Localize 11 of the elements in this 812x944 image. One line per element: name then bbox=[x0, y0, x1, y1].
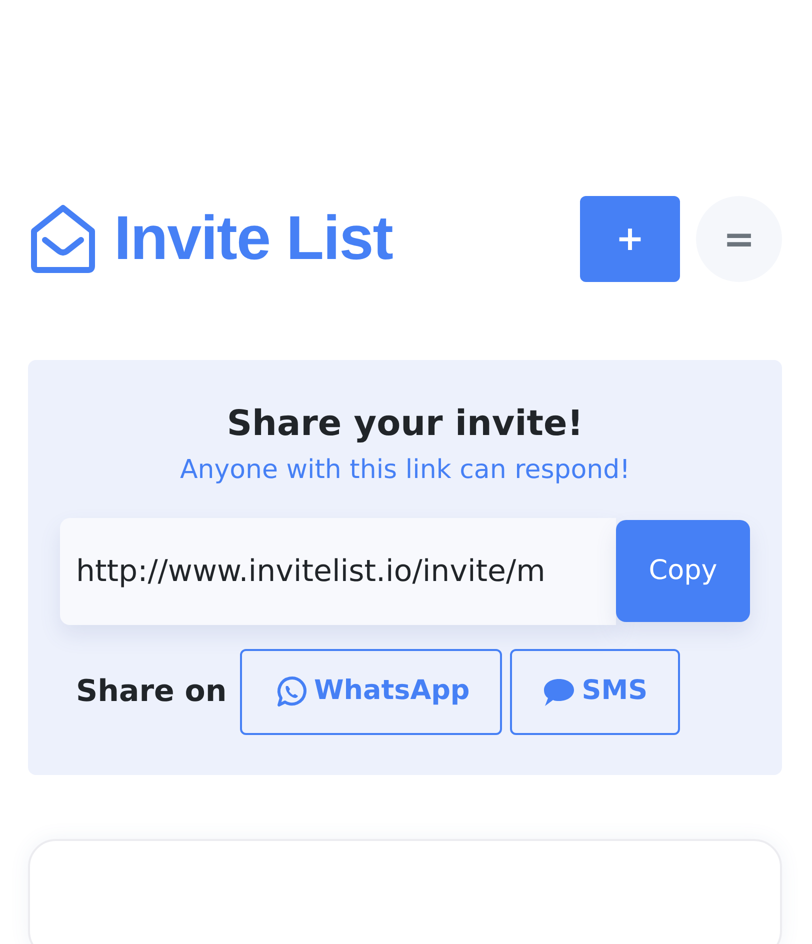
menu-button[interactable]: = bbox=[696, 196, 782, 282]
copy-button[interactable]: Copy bbox=[616, 520, 750, 622]
sms-button[interactable]: SMS bbox=[510, 648, 680, 734]
link-field[interactable]: http://www.invitelist.io/invite/m bbox=[60, 518, 616, 624]
add-button[interactable]: + bbox=[580, 196, 680, 282]
whatsapp-button[interactable]: WhatsApp bbox=[240, 648, 502, 734]
share-title: Share your invite! bbox=[226, 403, 584, 446]
app-title: Invite List bbox=[114, 208, 392, 270]
envelope-icon bbox=[28, 204, 98, 274]
share-subtitle: Anyone with this link can respond! bbox=[180, 454, 630, 484]
share-label: Share on bbox=[75, 673, 228, 711]
